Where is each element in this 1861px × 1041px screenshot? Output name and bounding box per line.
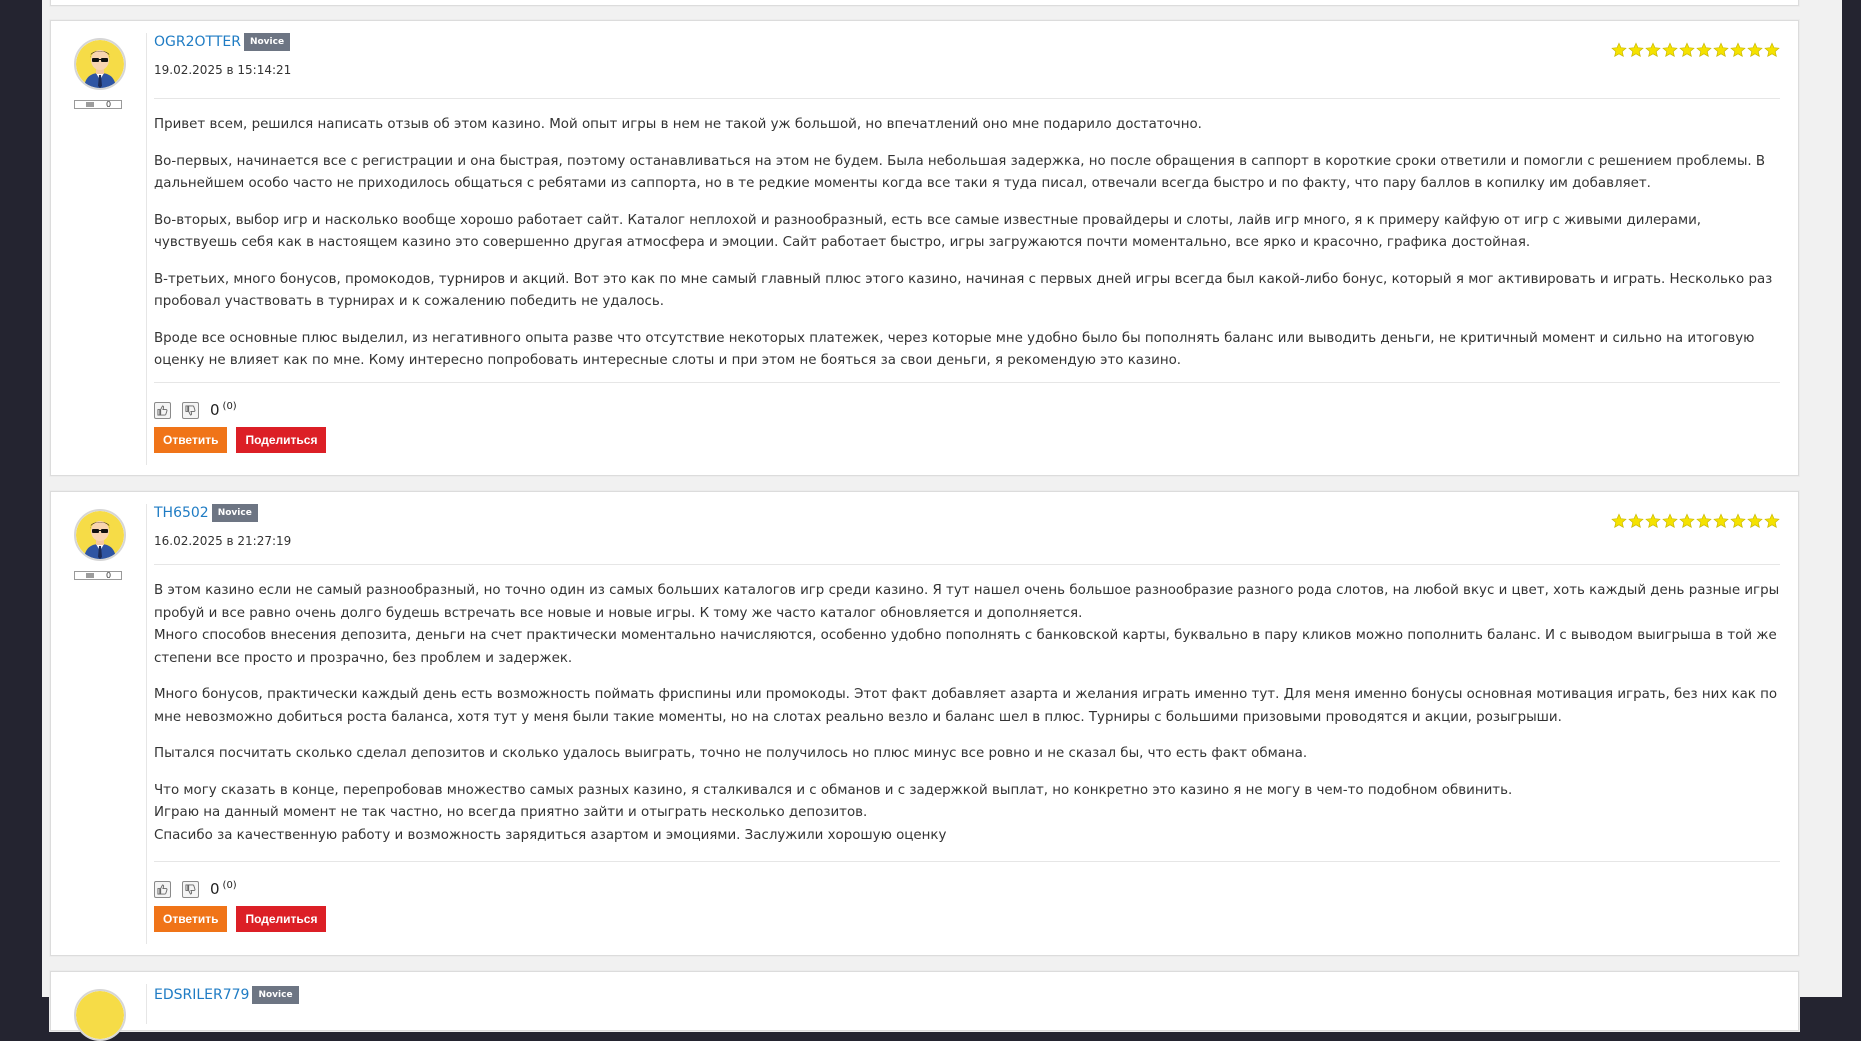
star-icon: [1679, 513, 1695, 529]
star-icon: [1730, 42, 1746, 58]
vote-count: (0): [222, 401, 237, 412]
review-paragraph: В этом казино если не самый разнообразны…: [154, 583, 1780, 666]
star-icon: [1713, 513, 1729, 529]
reputation-bar: 0: [74, 100, 122, 109]
star-icon: [1696, 42, 1712, 58]
star-icon: [1747, 42, 1763, 58]
review-paragraph: Много бонусов, практически каждый день е…: [154, 687, 1778, 725]
reply-button[interactable]: Ответить: [154, 427, 228, 453]
username-link[interactable]: EDSRILER779: [154, 987, 249, 1003]
review-date: 19.02.2025 в 15:14:21: [154, 63, 292, 77]
username-link[interactable]: TH6502: [154, 505, 209, 521]
username-link[interactable]: OGR2OTTER: [154, 34, 241, 50]
column-divider: [146, 33, 147, 465]
review-actions: Ответить Поделиться: [154, 906, 327, 932]
reputation-bar: 0: [74, 571, 122, 580]
review-text: В этом казино если не самый разнообразны…: [154, 580, 1780, 861]
review-paragraph: В-третьих, много бонусов, промокодов, ту…: [154, 271, 1773, 310]
star-icon: [1764, 513, 1780, 529]
review-actions: Ответить Поделиться: [154, 427, 327, 453]
vote-row: 0 (0): [154, 401, 237, 419]
star-icon: [1611, 513, 1627, 529]
previous-review-card: [50, 0, 1799, 6]
star-icon: [1679, 42, 1695, 58]
rank-badge: Novice: [211, 504, 258, 522]
review-paragraph: Пытался посчитать сколько сделал депозит…: [154, 746, 1308, 761]
share-button[interactable]: Поделиться: [236, 427, 327, 453]
review-header: OGR2OTTER Novice: [154, 31, 291, 53]
review-header: TH6502 Novice: [154, 502, 258, 524]
star-icon: [1628, 513, 1644, 529]
divider: [154, 98, 1780, 99]
column-divider: [146, 504, 147, 944]
reputation-value: 0: [106, 100, 112, 109]
star-icon: [1628, 42, 1644, 58]
star-icon: [1611, 42, 1627, 58]
star-icon: [1662, 513, 1678, 529]
vote-count: (0): [222, 880, 237, 891]
vote-row: 0 (0): [154, 880, 237, 898]
thumbs-up-icon[interactable]: [154, 401, 171, 419]
review-paragraph: Вроде все основные плюс выделил, из нега…: [154, 330, 1755, 369]
review-paragraph: Что могу сказать в конце, перепробовав м…: [154, 782, 1513, 843]
star-icon: [1730, 513, 1746, 529]
divider: [154, 861, 1780, 862]
star-icon: [1662, 42, 1678, 58]
thumbs-down-icon[interactable]: [182, 880, 199, 898]
rank-badge: Novice: [243, 33, 291, 51]
star-icon: [1696, 513, 1712, 529]
review-card: EDSRILER779 Novice: [50, 971, 1799, 1041]
reputation-value: 0: [106, 571, 112, 580]
thumbs-up-icon[interactable]: [154, 880, 171, 898]
star-icon: [1713, 42, 1729, 58]
review-paragraph: Во-вторых, выбор игр и насколько вообще …: [154, 212, 1702, 251]
rating-stars: [1611, 42, 1780, 58]
vote-score: 0 (0): [210, 880, 237, 898]
user-avatar-icon[interactable]: [74, 509, 126, 561]
vote-score: 0 (0): [210, 401, 237, 419]
review-paragraph: Привет всем, решился написать отзыв об э…: [154, 117, 1202, 132]
column-divider: [146, 984, 147, 1024]
reply-button[interactable]: Ответить: [154, 906, 228, 932]
user-avatar-icon[interactable]: [74, 38, 126, 90]
star-icon: [1764, 42, 1780, 58]
divider: [154, 382, 1780, 383]
review-paragraph: Во-первых, начинается все с регистрации …: [154, 153, 1766, 192]
thumbs-down-icon[interactable]: [182, 401, 199, 419]
share-button[interactable]: Поделиться: [236, 906, 327, 932]
rating-stars: [1611, 513, 1780, 529]
review-card: 0 TH6502 Novice 16.02.2025 в 21:27:19 В …: [50, 491, 1799, 956]
star-icon: [1645, 513, 1661, 529]
review-text: Привет всем, решился написать отзыв об э…: [154, 114, 1780, 387]
rank-badge: Novice: [252, 986, 299, 1004]
star-icon: [1747, 513, 1763, 529]
divider: [154, 564, 1780, 565]
review-date: 16.02.2025 в 21:27:19: [154, 534, 292, 548]
star-icon: [1645, 42, 1661, 58]
reviews-page: 0 OGR2OTTER Novice 19.02.2025 в 15:14:21…: [42, 0, 1842, 1041]
review-header: EDSRILER779 Novice: [154, 984, 299, 1006]
review-card: 0 OGR2OTTER Novice 19.02.2025 в 15:14:21…: [50, 20, 1799, 476]
